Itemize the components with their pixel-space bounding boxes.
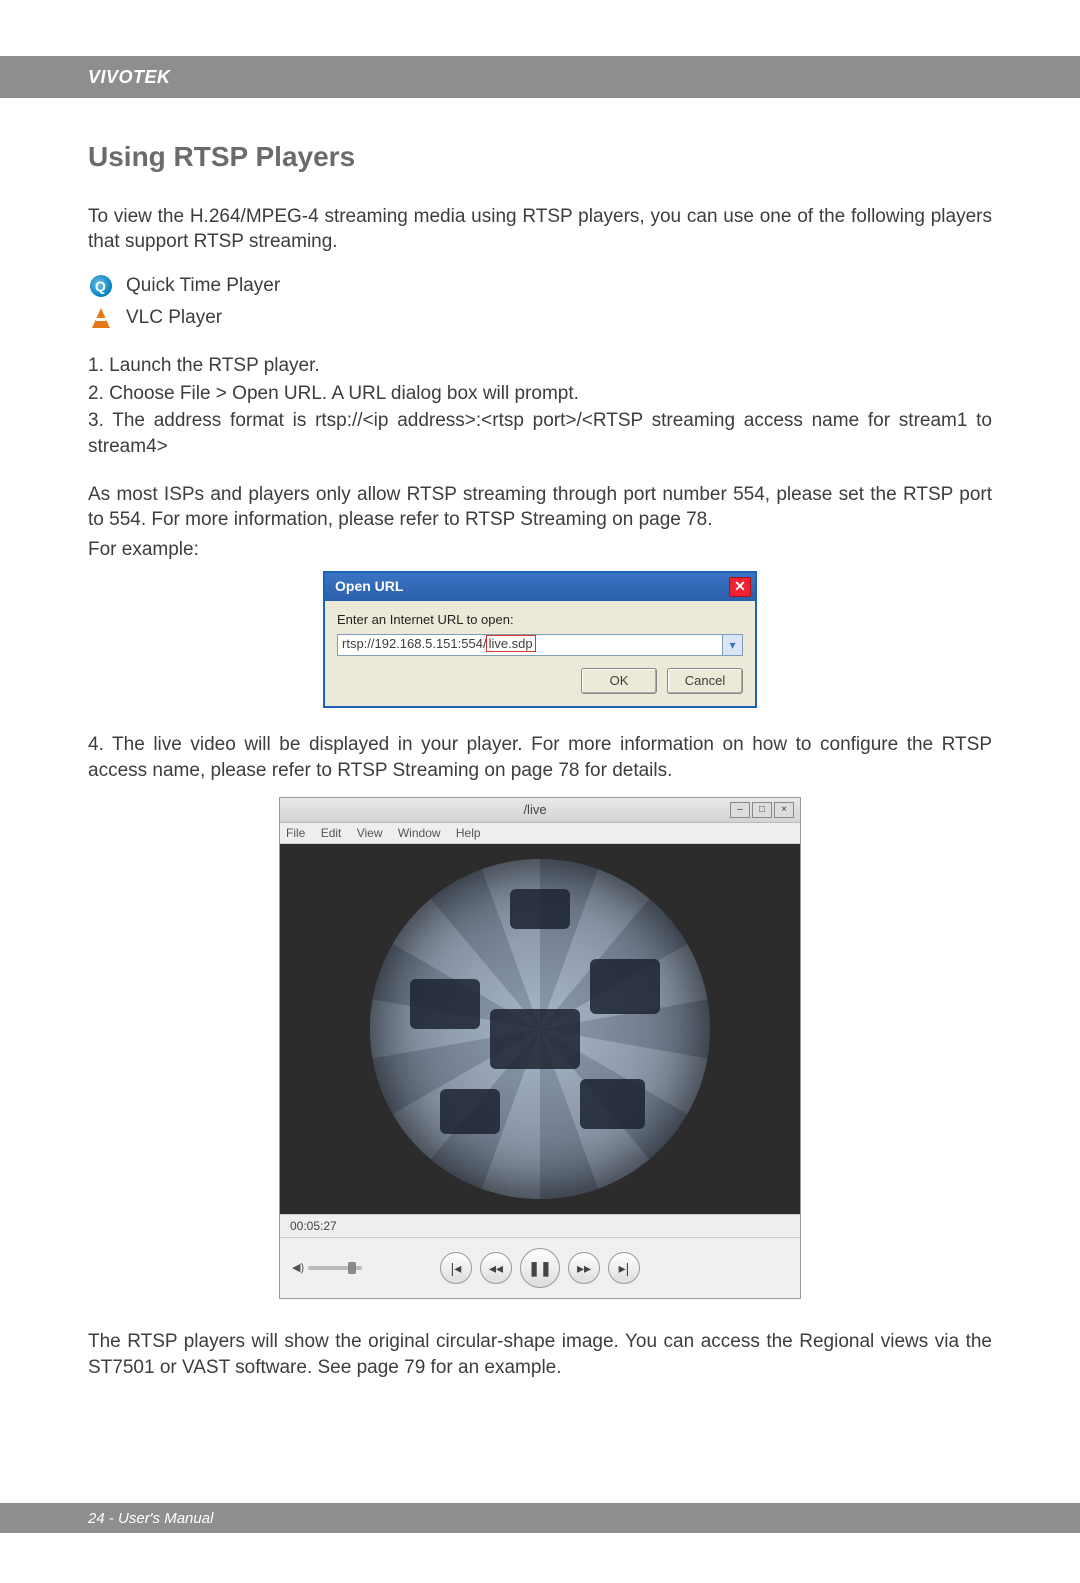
url-highlight: live.sdp (486, 635, 536, 652)
skip-start-button[interactable]: |◂ (440, 1252, 472, 1284)
vlc-icon (88, 305, 114, 331)
player-name: VLC Player (126, 305, 222, 331)
step-2: 2. Choose File > Open URL. A URL dialog … (88, 381, 992, 407)
menu-help[interactable]: Help (456, 826, 481, 840)
player-title: /live (340, 801, 730, 819)
player-menubar[interactable]: File Edit View Window Help (280, 823, 800, 844)
section-title: Using RTSP Players (88, 138, 992, 176)
close-icon[interactable]: × (774, 802, 794, 818)
menu-file[interactable]: File (286, 826, 305, 840)
dialog-titlebar: Open URL ✕ (325, 573, 755, 601)
volume-icon: ◀) (292, 1261, 304, 1276)
skip-end-button[interactable]: ▸| (608, 1252, 640, 1284)
steps-list: 1. Launch the RTSP player. 2. Choose Fil… (88, 353, 992, 460)
step-4: 4. The live video will be displayed in y… (88, 732, 992, 783)
player-list: Quick Time Player VLC Player (88, 273, 992, 331)
footer-band: 24 - User's Manual (0, 1503, 1080, 1533)
menu-edit[interactable]: Edit (321, 826, 342, 840)
intro-paragraph: To view the H.264/MPEG-4 streaming media… (88, 204, 992, 255)
header-band: VIVOTEK (0, 56, 1080, 98)
page-number: 24 - User's Manual (88, 1510, 213, 1527)
player-titlebar: /live – □ × (280, 798, 800, 823)
close-icon[interactable]: ✕ (729, 577, 751, 597)
step-1: 1. Launch the RTSP player. (88, 353, 992, 379)
dropdown-icon[interactable]: ▾ (723, 634, 743, 656)
closing-paragraph: The RTSP players will show the original … (88, 1329, 992, 1380)
maximize-icon[interactable]: □ (752, 802, 772, 818)
minimize-icon[interactable]: – (730, 802, 750, 818)
dialog-title: Open URL (335, 577, 403, 596)
menu-window[interactable]: Window (398, 826, 441, 840)
dialog-prompt-label: Enter an Internet URL to open: (337, 611, 743, 629)
url-input[interactable]: rtsp://192.168.5.151:554/live.sdp (337, 634, 723, 656)
url-base-text: rtsp://192.168.5.151:554/ (342, 636, 487, 651)
timestamp-label: 00:05:27 (280, 1214, 800, 1237)
port-note: As most ISPs and players only allow RTSP… (88, 482, 992, 533)
quicktime-icon (88, 273, 114, 299)
menu-view[interactable]: View (357, 826, 383, 840)
step-3: 3. The address format is rtsp://<ip addr… (88, 408, 992, 459)
fisheye-image (370, 859, 710, 1199)
forward-button[interactable]: ▸▸ (568, 1252, 600, 1284)
rewind-button[interactable]: ◂◂ (480, 1252, 512, 1284)
player-controls: ◀) |◂ ◂◂ ❚❚ ▸▸ ▸| (280, 1237, 800, 1298)
for-example-label: For example: (88, 537, 992, 563)
cancel-button[interactable]: Cancel (667, 668, 743, 694)
pause-button[interactable]: ❚❚ (520, 1248, 560, 1288)
player-name: Quick Time Player (126, 273, 280, 299)
media-player-window: /live – □ × File Edit View Window Help (279, 797, 801, 1299)
ok-button[interactable]: OK (581, 668, 657, 694)
open-url-dialog: Open URL ✕ Enter an Internet URL to open… (323, 571, 757, 709)
volume-control[interactable]: ◀) (292, 1261, 362, 1276)
player-row-quicktime: Quick Time Player (88, 273, 992, 299)
player-row-vlc: VLC Player (88, 305, 992, 331)
brand-label: VIVOTEK (88, 67, 171, 88)
video-viewport (280, 844, 800, 1214)
